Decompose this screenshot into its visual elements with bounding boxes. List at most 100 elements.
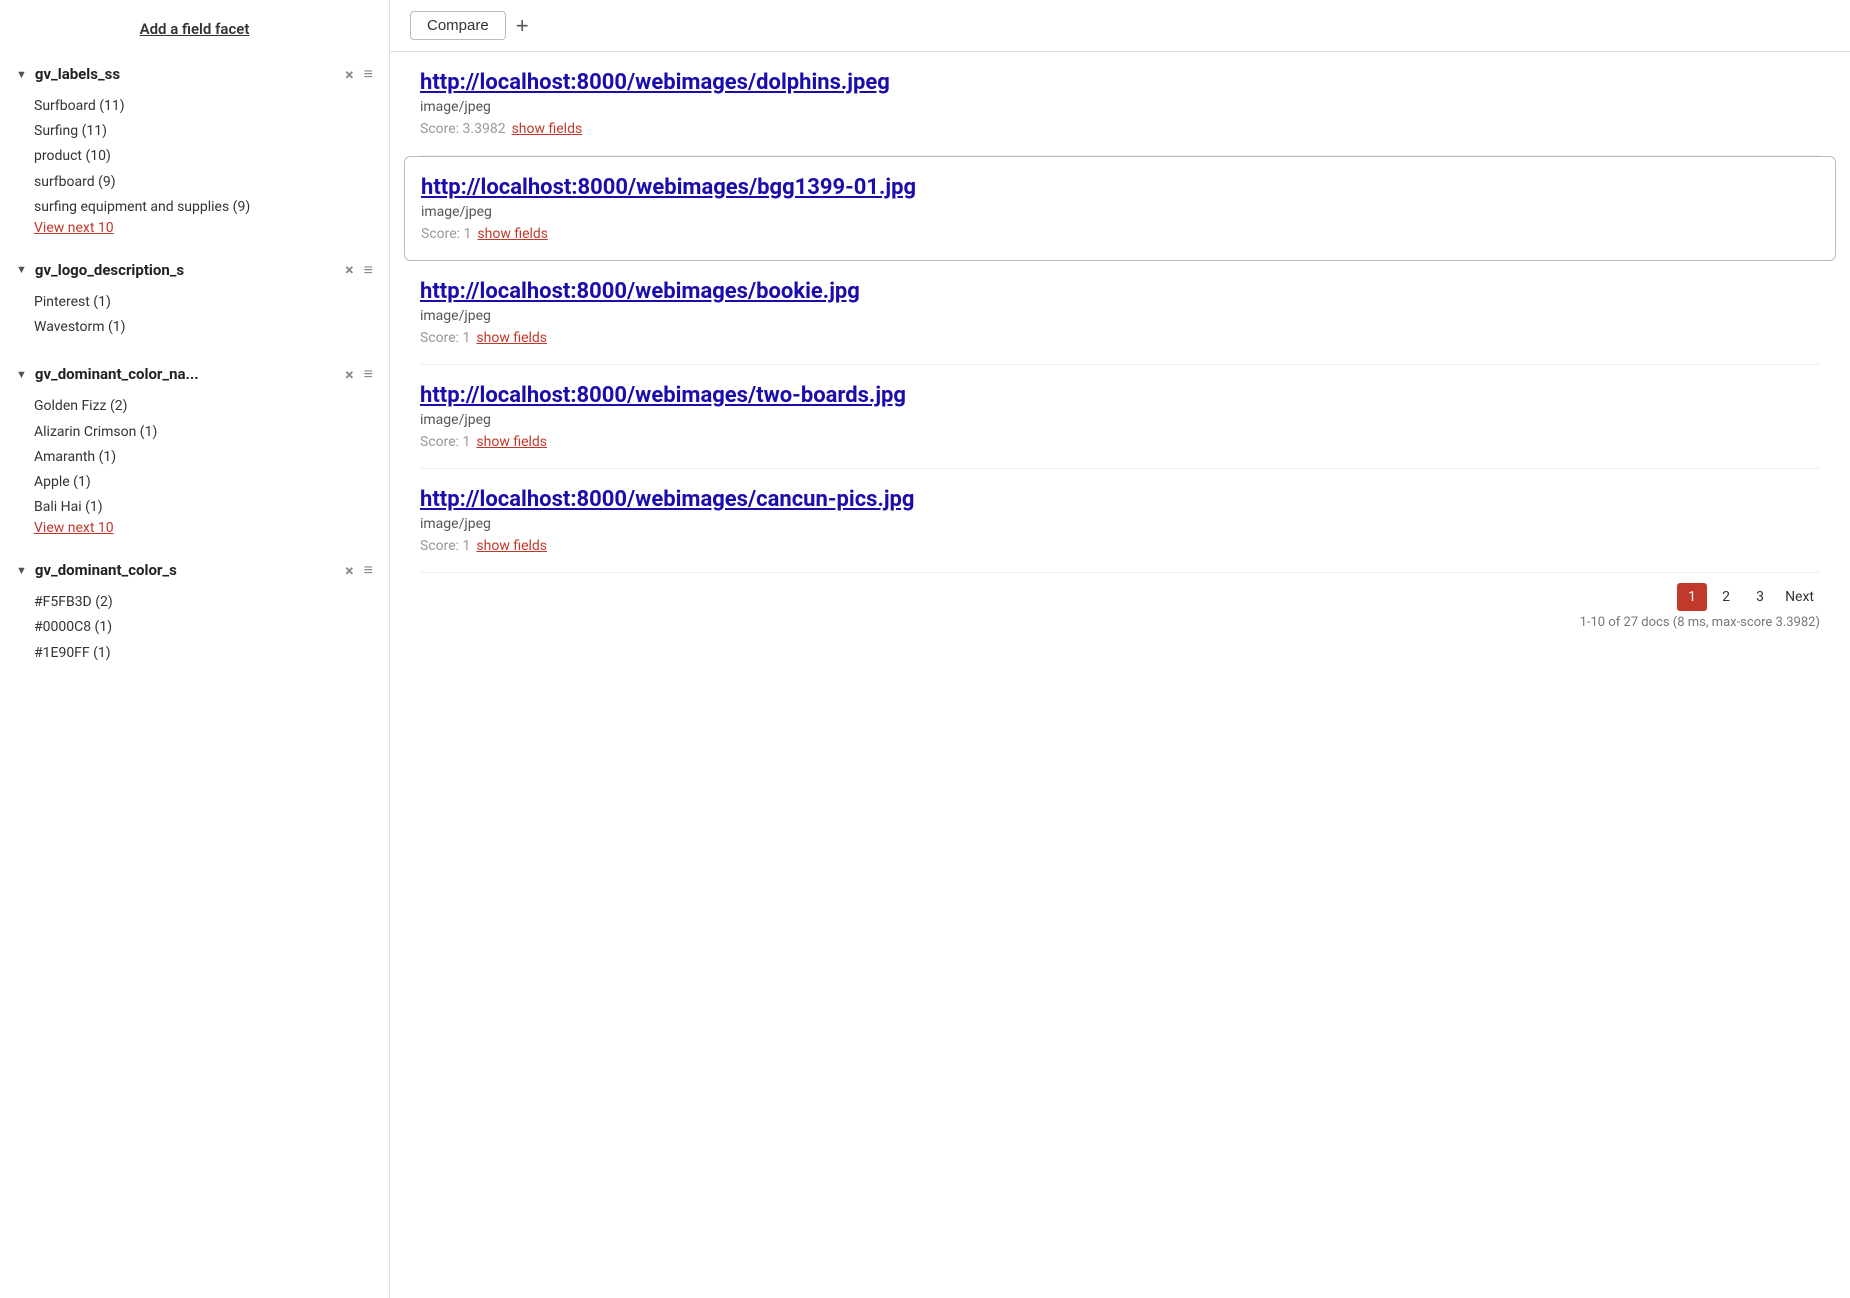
facet-group-gv_dominant_color_s: ▼gv_dominant_color_s×≡#F5FB3D (2)#0000C8…: [0, 552, 389, 672]
result-link-4[interactable]: http://localhost:8000/webimages/two-boar…: [420, 383, 1820, 408]
facet-actions-gv_dominant_color_na: ×≡: [345, 364, 373, 384]
compare-tab[interactable]: Compare: [410, 11, 506, 40]
facet-item[interactable]: #1E90FF (1): [34, 641, 373, 666]
score-label-1: Score:: [420, 121, 463, 137]
result-type-4: image/jpeg: [420, 412, 1820, 428]
show-fields-link-5[interactable]: show fields: [476, 538, 547, 554]
main-content: Compare + http://localhost:8000/webimage…: [390, 0, 1850, 1298]
sidebar: Add a field facet ▼gv_labels_ss×≡Surfboa…: [0, 0, 390, 1298]
facet-item[interactable]: Surfing (11): [34, 119, 373, 144]
score-label-3: Score:: [420, 330, 463, 346]
result-link-2[interactable]: http://localhost:8000/webimages/bgg1399-…: [421, 175, 1819, 200]
facet-close-icon-gv_dominant_color_na[interactable]: ×: [345, 365, 354, 384]
result-link-1[interactable]: http://localhost:8000/webimages/dolphins…: [420, 70, 1820, 95]
result-item-5: http://localhost:8000/webimages/cancun-p…: [420, 469, 1820, 573]
show-fields-link-3[interactable]: show fields: [476, 330, 547, 346]
facet-container: ▼gv_labels_ss×≡Surfboard (11)Surfing (11…: [0, 56, 389, 672]
facet-menu-icon-gv_dominant_color_na[interactable]: ≡: [364, 364, 373, 384]
facet-item[interactable]: surfboard (9): [34, 170, 373, 195]
results-area: http://localhost:8000/webimages/dolphins…: [390, 52, 1850, 1298]
facet-header-gv_dominant_color_na[interactable]: ▼gv_dominant_color_na...×≡: [0, 356, 389, 392]
view-next-button-gv_labels_ss[interactable]: View next 10: [34, 220, 373, 236]
result-link-5[interactable]: http://localhost:8000/webimages/cancun-p…: [420, 487, 1820, 512]
next-page-button[interactable]: Next: [1779, 589, 1820, 605]
result-type-1: image/jpeg: [420, 99, 1820, 115]
facet-item[interactable]: product (10): [34, 144, 373, 169]
page-button-3[interactable]: 3: [1745, 583, 1775, 611]
facet-item[interactable]: Alizarin Crimson (1): [34, 420, 373, 445]
facet-item[interactable]: Amaranth (1): [34, 445, 373, 470]
chevron-down-icon[interactable]: ▼: [16, 263, 27, 276]
show-fields-link-4[interactable]: show fields: [476, 434, 547, 450]
facet-actions-gv_labels_ss: ×≡: [345, 64, 373, 84]
add-field-facet-button[interactable]: Add a field facet: [0, 10, 389, 56]
result-item-4: http://localhost:8000/webimages/two-boar…: [420, 365, 1820, 469]
facet-title-gv_labels_ss: gv_labels_ss: [35, 65, 339, 83]
show-fields-link-2[interactable]: show fields: [477, 226, 548, 242]
results-container: http://localhost:8000/webimages/dolphins…: [420, 52, 1820, 573]
add-tab-button[interactable]: +: [512, 15, 533, 37]
facet-header-gv_dominant_color_s[interactable]: ▼gv_dominant_color_s×≡: [0, 552, 389, 588]
facet-title-gv_dominant_color_s: gv_dominant_color_s: [35, 561, 339, 579]
result-item-3: http://localhost:8000/webimages/bookie.j…: [420, 261, 1820, 365]
result-score-row-3: Score: 1 show fields: [420, 330, 1820, 346]
facet-title-gv_logo_description_s: gv_logo_description_s: [35, 261, 339, 279]
score-label-2: Score:: [421, 226, 464, 242]
facet-actions-gv_dominant_color_s: ×≡: [345, 560, 373, 580]
facet-header-gv_logo_description_s[interactable]: ▼gv_logo_description_s×≡: [0, 252, 389, 288]
result-score-row-5: Score: 1 show fields: [420, 538, 1820, 554]
result-item-2: http://localhost:8000/webimages/bgg1399-…: [404, 156, 1836, 261]
facet-close-icon-gv_labels_ss[interactable]: ×: [345, 65, 354, 84]
result-link-3[interactable]: http://localhost:8000/webimages/bookie.j…: [420, 279, 1820, 304]
facet-title-gv_dominant_color_na: gv_dominant_color_na...: [35, 365, 339, 383]
result-score-row-1: Score: 3.3982 show fields: [420, 121, 1820, 137]
facet-item[interactable]: Apple (1): [34, 470, 373, 495]
facet-item[interactable]: Wavestorm (1): [34, 315, 373, 340]
facet-items-gv_dominant_color_s: #F5FB3D (2)#0000C8 (1)#1E90FF (1): [0, 588, 389, 672]
facet-menu-icon-gv_labels_ss[interactable]: ≡: [364, 64, 373, 84]
facet-menu-icon-gv_logo_description_s[interactable]: ≡: [364, 260, 373, 280]
facet-actions-gv_logo_description_s: ×≡: [345, 260, 373, 280]
facet-items-gv_labels_ss: Surfboard (11)Surfing (11)product (10)su…: [0, 92, 389, 242]
page-button-2[interactable]: 2: [1711, 583, 1741, 611]
facet-group-gv_logo_description_s: ▼gv_logo_description_s×≡Pinterest (1)Wav…: [0, 252, 389, 346]
score-value-2: 1: [464, 226, 472, 242]
result-type-5: image/jpeg: [420, 516, 1820, 532]
view-next-button-gv_dominant_color_na[interactable]: View next 10: [34, 520, 373, 536]
result-type-3: image/jpeg: [420, 308, 1820, 324]
facet-item[interactable]: #F5FB3D (2): [34, 590, 373, 615]
facet-group-gv_dominant_color_na: ▼gv_dominant_color_na...×≡Golden Fizz (2…: [0, 356, 389, 542]
show-fields-link-1[interactable]: show fields: [512, 121, 583, 137]
result-score-row-2: Score: 1 show fields: [421, 226, 1819, 242]
facet-close-icon-gv_dominant_color_s[interactable]: ×: [345, 561, 354, 580]
facet-item[interactable]: Surfboard (11): [34, 94, 373, 119]
facet-close-icon-gv_logo_description_s[interactable]: ×: [345, 260, 354, 279]
result-item-1: http://localhost:8000/webimages/dolphins…: [420, 52, 1820, 156]
facet-item[interactable]: Bali Hai (1): [34, 495, 373, 520]
facet-item[interactable]: Pinterest (1): [34, 290, 373, 315]
pagination-pages: 123: [1677, 583, 1775, 611]
score-value-3: 1: [463, 330, 471, 346]
result-score-row-4: Score: 1 show fields: [420, 434, 1820, 450]
score-value-4: 1: [463, 434, 471, 450]
facet-items-gv_dominant_color_na: Golden Fizz (2)Alizarin Crimson (1)Amara…: [0, 392, 389, 542]
score-value-5: 1: [463, 538, 471, 554]
facet-items-gv_logo_description_s: Pinterest (1)Wavestorm (1): [0, 288, 389, 346]
score-label-4: Score:: [420, 434, 463, 450]
chevron-down-icon[interactable]: ▼: [16, 564, 27, 577]
chevron-down-icon[interactable]: ▼: [16, 368, 27, 381]
page-button-1[interactable]: 1: [1677, 583, 1707, 611]
facet-group-gv_labels_ss: ▼gv_labels_ss×≡Surfboard (11)Surfing (11…: [0, 56, 389, 242]
facet-header-gv_labels_ss[interactable]: ▼gv_labels_ss×≡: [0, 56, 389, 92]
facet-item[interactable]: Golden Fizz (2): [34, 394, 373, 419]
facet-item[interactable]: #0000C8 (1): [34, 615, 373, 640]
facet-item[interactable]: surfing equipment and supplies (9): [34, 195, 373, 220]
score-label-5: Score:: [420, 538, 463, 554]
top-bar: Compare +: [390, 0, 1850, 52]
score-value-1: 3.3982: [463, 121, 506, 137]
facet-menu-icon-gv_dominant_color_s[interactable]: ≡: [364, 560, 373, 580]
chevron-down-icon[interactable]: ▼: [16, 68, 27, 81]
pagination-bar: 123 Next: [420, 573, 1820, 615]
docs-info: 1-10 of 27 docs (8 ms, max-score 3.3982): [420, 615, 1820, 636]
result-type-2: image/jpeg: [421, 204, 1819, 220]
